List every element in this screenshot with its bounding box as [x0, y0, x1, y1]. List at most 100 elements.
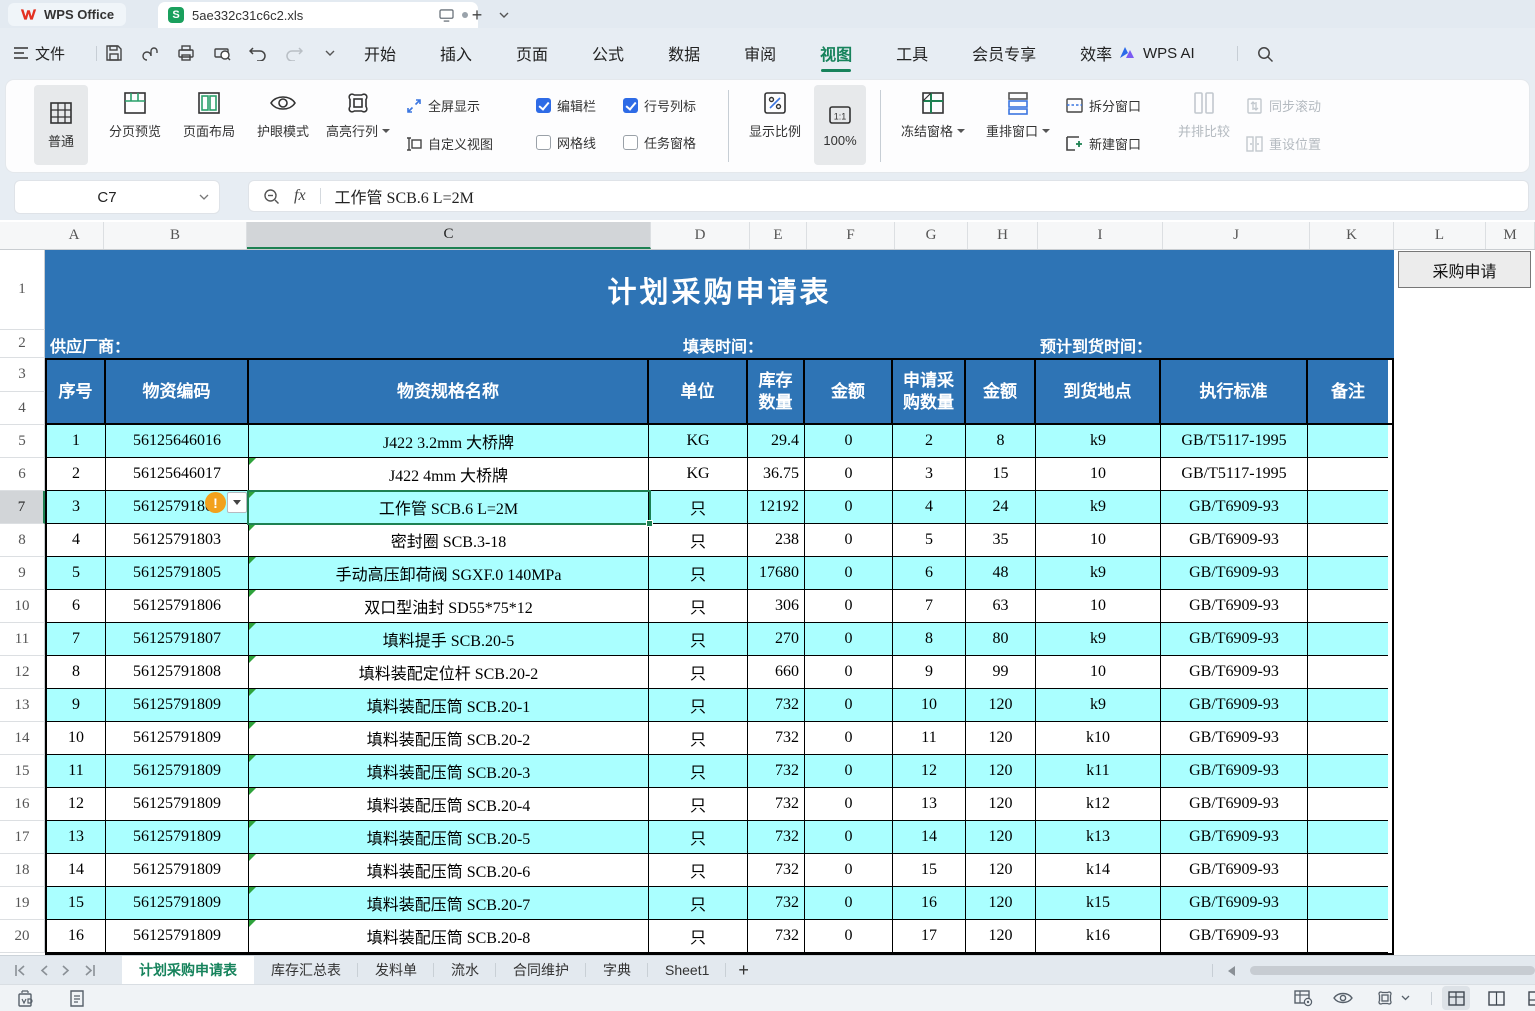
- column-header-G[interactable]: G: [895, 222, 968, 249]
- undo-icon[interactable]: [248, 43, 268, 63]
- cell-K13[interactable]: [1308, 689, 1388, 722]
- column-header-E[interactable]: E: [750, 222, 807, 249]
- cell-K14[interactable]: [1308, 722, 1388, 755]
- row-header-13[interactable]: 13: [0, 689, 45, 722]
- cell-F18[interactable]: 0: [805, 854, 893, 887]
- cell-H18[interactable]: 120: [966, 854, 1036, 887]
- cell-B14[interactable]: 56125791809: [106, 722, 249, 755]
- cell-B9[interactable]: 56125791805: [106, 557, 249, 590]
- cell-G10[interactable]: 7: [893, 590, 966, 623]
- row-header-19[interactable]: 19: [0, 887, 45, 920]
- cell-F19[interactable]: 0: [805, 887, 893, 920]
- cell-D14[interactable]: 只: [649, 722, 748, 755]
- cell-C7[interactable]: 工作管 SCB.6 L=2M: [249, 491, 649, 524]
- cell-D16[interactable]: 只: [649, 788, 748, 821]
- file-menu-button[interactable]: 文件: [14, 41, 65, 65]
- search-icon[interactable]: [1254, 43, 1276, 65]
- menu-tab-插入[interactable]: 插入: [418, 28, 494, 78]
- cell-C8[interactable]: 密封圈 SCB.3-18: [249, 524, 649, 557]
- cell-F11[interactable]: 0: [805, 623, 893, 656]
- checkbox-headings[interactable]: 行号列标: [623, 96, 696, 115]
- formula-value[interactable]: 工作管 SCB.6 L=2M: [335, 184, 474, 208]
- cell-A5[interactable]: 1: [47, 425, 106, 458]
- cell-G7[interactable]: 4: [893, 491, 966, 524]
- row-header-15[interactable]: 15: [0, 755, 45, 788]
- cell-E6[interactable]: 36.75: [748, 458, 805, 491]
- prev-sheet-icon[interactable]: [40, 965, 48, 976]
- cell-D9[interactable]: 只: [649, 557, 748, 590]
- wps-ai-button[interactable]: WPS AI: [1118, 41, 1195, 65]
- view-normal-statusbutton[interactable]: [1442, 986, 1470, 1010]
- checkbox-gridlines[interactable]: 网格线: [536, 133, 596, 152]
- fullscreen-button[interactable]: 全屏显示: [406, 96, 480, 115]
- purchase-request-button[interactable]: 采购申请: [1398, 251, 1531, 288]
- cell-E8[interactable]: 238: [748, 524, 805, 557]
- row-header-9[interactable]: 9: [0, 557, 45, 590]
- error-warning-icon[interactable]: !: [205, 492, 226, 513]
- cell-D8[interactable]: 只: [649, 524, 748, 557]
- column-header-L[interactable]: L: [1394, 222, 1486, 249]
- freeze-panes-button[interactable]: 冻结窗格: [896, 90, 970, 140]
- first-sheet-icon[interactable]: [14, 965, 26, 976]
- cell-E17[interactable]: 732: [748, 821, 805, 854]
- cell-E12[interactable]: 660: [748, 656, 805, 689]
- cell-J16[interactable]: GB/T6909-93: [1161, 788, 1308, 821]
- cell-C11[interactable]: 填料提手 SCB.20-5: [249, 623, 649, 656]
- cell-G8[interactable]: 5: [893, 524, 966, 557]
- cell-J20[interactable]: GB/T6909-93: [1161, 920, 1308, 953]
- cell-E20[interactable]: 732: [748, 920, 805, 953]
- column-header-H[interactable]: H: [968, 222, 1038, 249]
- cell-I7[interactable]: k9: [1036, 491, 1161, 524]
- split-window-button[interactable]: 拆分窗口: [1066, 96, 1141, 115]
- cell-J9[interactable]: GB/T6909-93: [1161, 557, 1308, 590]
- cell-K10[interactable]: [1308, 590, 1388, 623]
- cell-A16[interactable]: 12: [47, 788, 106, 821]
- document-tab[interactable]: S 5ae332c31c6c2.xls: [158, 2, 478, 28]
- table-header-cell[interactable]: 备注: [1308, 360, 1388, 423]
- export-icon[interactable]: [140, 43, 160, 63]
- cell-I5[interactable]: k9: [1036, 425, 1161, 458]
- cell-F5[interactable]: 0: [805, 425, 893, 458]
- cell-B15[interactable]: 56125791809: [106, 755, 249, 788]
- menu-tab-会员专享[interactable]: 会员专享: [950, 28, 1058, 78]
- column-header-K[interactable]: K: [1310, 222, 1394, 249]
- cell-F13[interactable]: 0: [805, 689, 893, 722]
- sheet-tab-字典[interactable]: 字典: [586, 956, 648, 984]
- column-header-D[interactable]: D: [651, 222, 750, 249]
- column-header-J[interactable]: J: [1163, 222, 1310, 249]
- cell-A11[interactable]: 7: [47, 623, 106, 656]
- cell-D17[interactable]: 只: [649, 821, 748, 854]
- cell-B6[interactable]: 56125646017: [106, 458, 249, 491]
- cell-D15[interactable]: 只: [649, 755, 748, 788]
- cell-H13[interactable]: 120: [966, 689, 1036, 722]
- row-header-2[interactable]: 2: [0, 330, 45, 358]
- add-sheet-button[interactable]: +: [726, 956, 761, 984]
- cell-A12[interactable]: 8: [47, 656, 106, 689]
- cell-C19[interactable]: 填料装配压筒 SCB.20-7: [249, 887, 649, 920]
- cell-G14[interactable]: 11: [893, 722, 966, 755]
- row-header-7[interactable]: 7: [0, 491, 45, 524]
- cell-D5[interactable]: KG: [649, 425, 748, 458]
- cell-A7[interactable]: 3: [47, 491, 106, 524]
- table-header-cell[interactable]: 金额: [966, 360, 1036, 423]
- cell-F16[interactable]: 0: [805, 788, 893, 821]
- last-sheet-icon[interactable]: [84, 965, 96, 976]
- arrange-windows-button[interactable]: 重排窗口: [978, 90, 1058, 140]
- cell-C9[interactable]: 手动高压卸荷阀 SGXF.0 140MPa: [249, 557, 649, 590]
- cell-C13[interactable]: 填料装配压筒 SCB.20-1: [249, 689, 649, 722]
- view-pagebreak-button[interactable]: 分页预览: [100, 90, 170, 140]
- cell-J15[interactable]: GB/T6909-93: [1161, 755, 1308, 788]
- row-header-20[interactable]: 20: [0, 920, 45, 953]
- view-pagelayout-button[interactable]: 页面布局: [174, 90, 244, 140]
- hscroll-left-arrow[interactable]: [1228, 966, 1235, 976]
- name-box[interactable]: C7: [14, 180, 220, 214]
- cell-A15[interactable]: 11: [47, 755, 106, 788]
- side-by-side-button[interactable]: 并排比较: [1164, 90, 1244, 140]
- zoom-ratio-button[interactable]: 显示比例: [744, 90, 806, 140]
- cell-F8[interactable]: 0: [805, 524, 893, 557]
- highlight-mode-chevron-icon[interactable]: [1398, 988, 1412, 1008]
- cell-G18[interactable]: 15: [893, 854, 966, 887]
- cell-K8[interactable]: [1308, 524, 1388, 557]
- cell-H5[interactable]: 8: [966, 425, 1036, 458]
- cell-E19[interactable]: 732: [748, 887, 805, 920]
